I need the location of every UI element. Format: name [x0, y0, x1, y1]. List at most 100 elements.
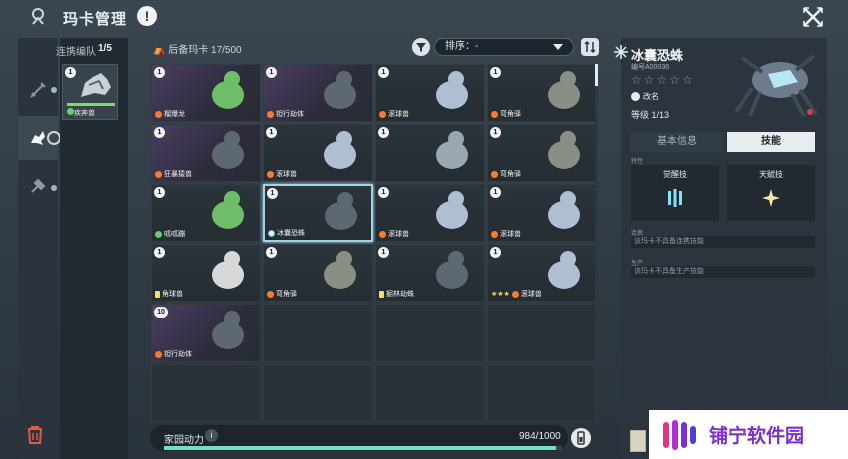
- power-track: [164, 446, 562, 450]
- scrollbar-thumb[interactable]: [595, 64, 598, 86]
- rename-button[interactable]: 改名: [631, 91, 659, 102]
- awaken-skill-box[interactable]: 觉醒技: [631, 165, 719, 221]
- card-name: 冰囊恐蛛: [268, 228, 305, 238]
- production-skill-empty: 该玛卡不具备生产技能: [631, 266, 815, 278]
- fire-element-icon: [491, 170, 498, 178]
- tab-basic-info[interactable]: 基本信息: [630, 132, 724, 152]
- close-icon[interactable]: [800, 4, 826, 30]
- watermark-text: 铺宁软件园: [709, 426, 805, 447]
- empty-card-slot[interactable]: [375, 364, 485, 422]
- reserve-count: 17/500: [211, 45, 242, 56]
- creature-portrait: [324, 251, 356, 289]
- left-rail: [18, 38, 58, 459]
- card-name: 角球兽: [155, 289, 183, 299]
- top-bar: 玛卡管理 !: [0, 0, 848, 34]
- creature-portrait: [548, 251, 580, 289]
- page-title: 玛卡管理: [63, 11, 128, 28]
- creature-portrait: [325, 192, 357, 230]
- maka-card[interactable]: 1 弯角驿: [263, 244, 373, 302]
- maka-card[interactable]: 1 掘林劫蛛: [375, 244, 485, 302]
- star-rating: ★★★: [491, 291, 510, 298]
- maka-card[interactable]: 1 滚球兽: [263, 124, 373, 182]
- filter-button[interactable]: [412, 38, 430, 56]
- creature-portrait: [436, 191, 468, 229]
- fire-element-icon: [267, 110, 274, 118]
- creature-portrait: [548, 131, 580, 169]
- level-badge: 10: [154, 307, 168, 318]
- card-name: 呱呱蹦: [155, 229, 185, 239]
- info-icon[interactable]: i: [205, 429, 218, 442]
- alert-icon[interactable]: !: [137, 6, 157, 26]
- watermark-banner: 铺宁软件园: [649, 410, 848, 459]
- awaken-skill-title: 觉醒技: [663, 170, 687, 179]
- empty-card-slot[interactable]: [487, 364, 597, 422]
- level-badge: 1: [154, 67, 165, 78]
- chevron-down-icon: [553, 44, 563, 50]
- grid-scrollbar[interactable]: [595, 64, 598, 404]
- maka-card[interactable]: 1: [375, 124, 485, 182]
- talent-skill-box[interactable]: 天赋技: [727, 165, 815, 221]
- empty-card-slot[interactable]: [263, 304, 373, 362]
- maka-card[interactable]: 10 钽行劫体: [151, 304, 261, 362]
- card-name: 滚球兽: [379, 109, 409, 119]
- empty-card-slot[interactable]: [487, 304, 597, 362]
- fire-element-icon: [155, 110, 162, 118]
- card-name: 弯角驿: [267, 289, 297, 299]
- maka-card[interactable]: 1 狂暴猿兽: [151, 124, 261, 182]
- fire-element-icon: [511, 290, 519, 298]
- card-name: 弯角驿: [491, 169, 521, 179]
- tab-skills[interactable]: 技能: [727, 132, 815, 152]
- empty-card-slot[interactable]: [375, 304, 485, 362]
- trash-icon[interactable]: [26, 425, 44, 445]
- level-badge: 1: [378, 187, 389, 198]
- power-button[interactable]: [571, 428, 591, 448]
- maka-card[interactable]: 1 钽行劫体: [263, 64, 373, 122]
- card-name: 钽行劫体: [155, 349, 192, 359]
- maka-card[interactable]: 1 滚球兽: [487, 184, 597, 242]
- maka-card[interactable]: 1 滚球兽: [375, 184, 485, 242]
- sort-dropdown[interactable]: 排序：-: [434, 38, 574, 56]
- creature-detail-portrait: [734, 54, 818, 117]
- empty-card-slot[interactable]: [263, 364, 373, 422]
- creature-portrait: [548, 71, 580, 109]
- card-name: 弯角驿: [491, 109, 521, 119]
- level-badge: 1: [490, 127, 501, 138]
- creature-portrait: [212, 191, 244, 229]
- maka-card[interactable]: 1 滚球兽: [375, 64, 485, 122]
- sword-icon: [30, 82, 46, 98]
- creature-portrait: [324, 71, 356, 109]
- creature-portrait: [324, 131, 356, 169]
- filter-icon: [416, 43, 426, 52]
- creature-portrait: [212, 251, 244, 289]
- maka-card[interactable]: 1 弯角驿: [487, 64, 597, 122]
- maka-card[interactable]: 1 榴爆龙: [151, 64, 261, 122]
- power-fill: [164, 446, 556, 450]
- rail-dot: [51, 87, 57, 93]
- maka-card[interactable]: 1 呱呱蹦: [151, 184, 261, 242]
- fire-element-icon: [379, 110, 386, 118]
- bolt-element-icon: [155, 290, 160, 298]
- fire-element-icon: [267, 170, 274, 178]
- creature-portrait: [212, 131, 244, 169]
- card-name: 榴爆龙: [155, 109, 185, 119]
- maka-card[interactable]: 1 冰囊恐蛛: [263, 184, 373, 242]
- sort-order-button[interactable]: [581, 38, 599, 56]
- rail-active-indicator: [47, 131, 61, 145]
- team-count: 1/5: [98, 43, 112, 54]
- maka-card[interactable]: 1 角球兽: [151, 244, 261, 302]
- level-badge: 1: [154, 187, 165, 198]
- maka-card[interactable]: 1 ★★★ 滚球兽: [487, 244, 597, 302]
- ice-element-icon: [614, 45, 628, 59]
- creature-portrait: [436, 131, 468, 169]
- creature-icon: [31, 131, 45, 145]
- empty-card-slot[interactable]: [151, 364, 261, 422]
- power-label: 家园动力: [164, 435, 204, 446]
- level-badge: 1: [266, 67, 277, 78]
- card-name: 滚球兽: [267, 169, 297, 179]
- fire-element-icon: [267, 290, 274, 298]
- fire-element-icon: [491, 110, 498, 118]
- rail-dot: [51, 185, 57, 191]
- card-name: 狂暴猿兽: [155, 169, 192, 179]
- maka-card[interactable]: 1 弯角驿: [487, 124, 597, 182]
- team-card[interactable]: 1 疾奔兽: [62, 64, 118, 120]
